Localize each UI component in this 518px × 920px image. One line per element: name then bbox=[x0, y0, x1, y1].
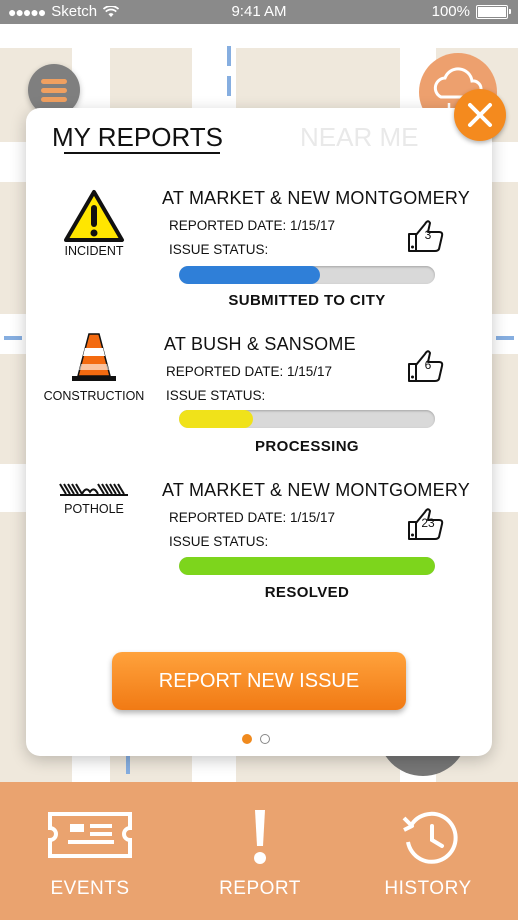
status-progress-bar bbox=[179, 410, 435, 428]
exclamation-icon bbox=[254, 810, 266, 864]
hamburger-icon-line bbox=[41, 88, 67, 93]
progress-fill bbox=[179, 410, 254, 428]
status-text: SUBMITTED TO CITY bbox=[228, 292, 386, 309]
status-progress-bar bbox=[179, 266, 435, 284]
traffic-cone-icon bbox=[72, 333, 116, 381]
close-icon bbox=[468, 103, 492, 127]
like-button[interactable]: 6 bbox=[406, 348, 446, 384]
close-button[interactable] bbox=[454, 89, 506, 141]
status-bar: ●●●●● Sketch 9:41 AM 100% bbox=[0, 0, 518, 24]
like-count: 23 bbox=[421, 516, 435, 530]
nav-report[interactable]: REPORT bbox=[180, 806, 340, 899]
reports-panel: MY REPORTS NEAR ME INCIDENT AT MARKET & … bbox=[26, 108, 492, 756]
battery-icon bbox=[476, 4, 511, 19]
report-date: REPORTED DATE: 1/15/17 bbox=[169, 218, 336, 233]
progress-fill bbox=[179, 266, 320, 284]
page-indicator[interactable] bbox=[242, 734, 270, 744]
status-progress-bar bbox=[179, 557, 435, 575]
status-label: ISSUE STATUS: bbox=[169, 534, 269, 549]
report-location: AT BUSH & SANSOME bbox=[164, 334, 356, 354]
nav-label: HISTORY bbox=[384, 878, 472, 899]
report-new-issue-button[interactable]: REPORT NEW ISSUE bbox=[112, 652, 406, 710]
report-date: REPORTED DATE: 1/15/17 bbox=[166, 364, 333, 379]
battery-percent: 100% bbox=[431, 3, 470, 20]
history-clock-icon bbox=[402, 811, 458, 864]
ticket-icon bbox=[48, 812, 132, 858]
map-lane-marking bbox=[496, 336, 514, 340]
hamburger-icon-line bbox=[41, 97, 67, 102]
map-lane-marking bbox=[227, 46, 231, 66]
status-text: PROCESSING bbox=[254, 438, 360, 455]
map-lane-marking bbox=[227, 76, 231, 96]
report-location: AT MARKET & NEW MONTGOMERY bbox=[162, 480, 470, 500]
nav-label: REPORT bbox=[219, 878, 301, 899]
active-tab-indicator bbox=[64, 152, 220, 154]
tab-my-reports[interactable]: MY REPORTS bbox=[52, 122, 223, 153]
warning-icon bbox=[64, 190, 124, 242]
like-count: 3 bbox=[424, 228, 432, 242]
tab-near-me[interactable]: NEAR ME bbox=[300, 122, 418, 153]
report-date: REPORTED DATE: 1/15/17 bbox=[169, 510, 336, 525]
progress-fill bbox=[179, 557, 435, 575]
bottom-nav: EVENTS REPORT HISTORY bbox=[0, 782, 518, 920]
status-label: ISSUE STATUS: bbox=[166, 388, 266, 403]
page-dot[interactable] bbox=[260, 734, 270, 744]
nav-history[interactable]: HISTORY bbox=[348, 806, 508, 899]
report-location: AT MARKET & NEW MONTGOMERY bbox=[162, 188, 470, 208]
report-category: INCIDENT bbox=[64, 244, 124, 258]
hamburger-icon bbox=[41, 79, 67, 84]
status-text: RESOLVED bbox=[264, 584, 350, 601]
like-count: 6 bbox=[424, 358, 432, 372]
map-lane-marking bbox=[126, 754, 130, 774]
report-category: CONSTRUCTION bbox=[43, 389, 145, 403]
pothole-icon bbox=[59, 483, 128, 496]
nav-label: EVENTS bbox=[50, 878, 130, 899]
report-category: POTHOLE bbox=[64, 502, 124, 516]
like-button[interactable]: 23 bbox=[406, 506, 446, 542]
map-lane-marking bbox=[4, 336, 22, 340]
status-label: ISSUE STATUS: bbox=[169, 242, 269, 257]
nav-events[interactable]: EVENTS bbox=[10, 806, 170, 899]
page-dot-active[interactable] bbox=[242, 734, 252, 744]
like-button[interactable]: 3 bbox=[406, 218, 446, 254]
